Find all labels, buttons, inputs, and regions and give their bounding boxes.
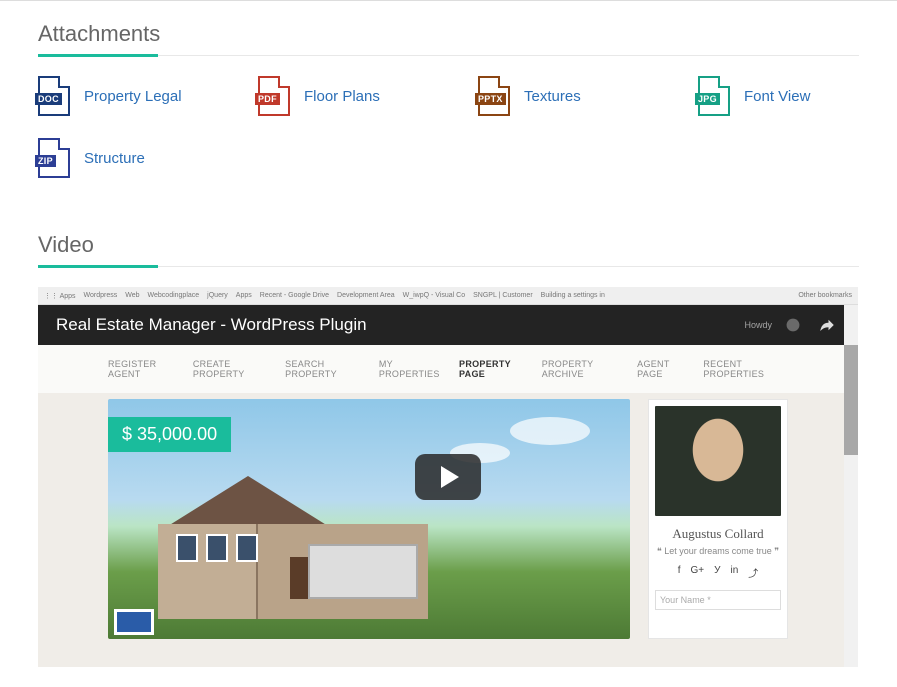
available-sign <box>114 609 154 635</box>
attachment-item: DOC Property Legal <box>38 76 198 116</box>
attachments-rule <box>38 55 859 56</box>
video-title: Real Estate Manager - WordPress Plugin <box>56 315 367 335</box>
browser-bookmarks-bar: ⋮⋮ Apps Wordpress Web Webcodingplace jQu… <box>38 287 858 305</box>
pdf-icon: PDF <box>258 76 290 116</box>
twitter-icon[interactable]: У <box>714 565 720 580</box>
play-button[interactable] <box>415 454 481 500</box>
attachment-item: PDF Floor Plans <box>258 76 418 116</box>
video-main: $ 35,000.00 <box>108 399 630 639</box>
attachment-item: ZIP Structure <box>38 138 198 178</box>
price-tag: $ 35,000.00 <box>108 417 231 452</box>
video-rule <box>38 266 859 267</box>
scrollbar-thumb[interactable] <box>844 345 858 455</box>
agent-tagline: ❝ Let your dreams come true ❞ <box>655 546 781 557</box>
video-scrollbar[interactable] <box>844 305 858 667</box>
doc-icon: DOC <box>38 76 70 116</box>
agent-photo <box>655 406 781 516</box>
video-player[interactable]: ⋮⋮ Apps Wordpress Web Webcodingplace jQu… <box>38 287 858 667</box>
video-heading: Video <box>38 232 859 258</box>
google-plus-icon[interactable]: G+ <box>691 565 705 580</box>
share-icon[interactable] <box>814 316 840 334</box>
attachment-link-textures[interactable]: Textures <box>524 88 581 105</box>
facebook-icon[interactable]: f <box>678 565 681 580</box>
agent-name: Augustus Collard <box>655 526 781 542</box>
attachments-heading: Attachments <box>38 21 859 47</box>
video-title-bar: Real Estate Manager - WordPress Plugin H… <box>38 305 858 345</box>
demo-nav: REGISTER AGENT CREATE PROPERTY SEARCH PR… <box>38 345 858 393</box>
pptx-icon: PPTX <box>478 76 510 116</box>
attachment-link-property-legal[interactable]: Property Legal <box>84 88 182 105</box>
attachment-link-structure[interactable]: Structure <box>84 150 145 167</box>
attachment-link-font-view[interactable]: Font View <box>744 88 810 105</box>
attachment-item: JPG Font View <box>698 76 858 116</box>
zip-icon: ZIP <box>38 138 70 178</box>
attachment-link-floor-plans[interactable]: Floor Plans <box>304 88 380 105</box>
agent-name-input[interactable]: Your Name * <box>655 590 781 610</box>
attachment-item: PPTX Textures <box>478 76 638 116</box>
linkedin-icon[interactable]: in <box>730 565 738 580</box>
user-avatar-icon <box>786 318 800 332</box>
howdy-text: Howdy <box>744 320 772 330</box>
share-arrow-icon[interactable]: ⤴ <box>748 565 758 580</box>
agent-card: Augustus Collard ❝ Let your dreams come … <box>648 399 788 639</box>
jpg-icon: JPG <box>698 76 730 116</box>
attachments-grid: DOC Property Legal PDF Floor Plans PPTX … <box>38 76 859 192</box>
video-body: $ 35,000.00 Augustus Collard ❝ Let your … <box>38 393 858 639</box>
nav-active: PROPERTY PAGE <box>459 359 526 379</box>
agent-social: f G+ У in ⤴ <box>655 565 781 580</box>
